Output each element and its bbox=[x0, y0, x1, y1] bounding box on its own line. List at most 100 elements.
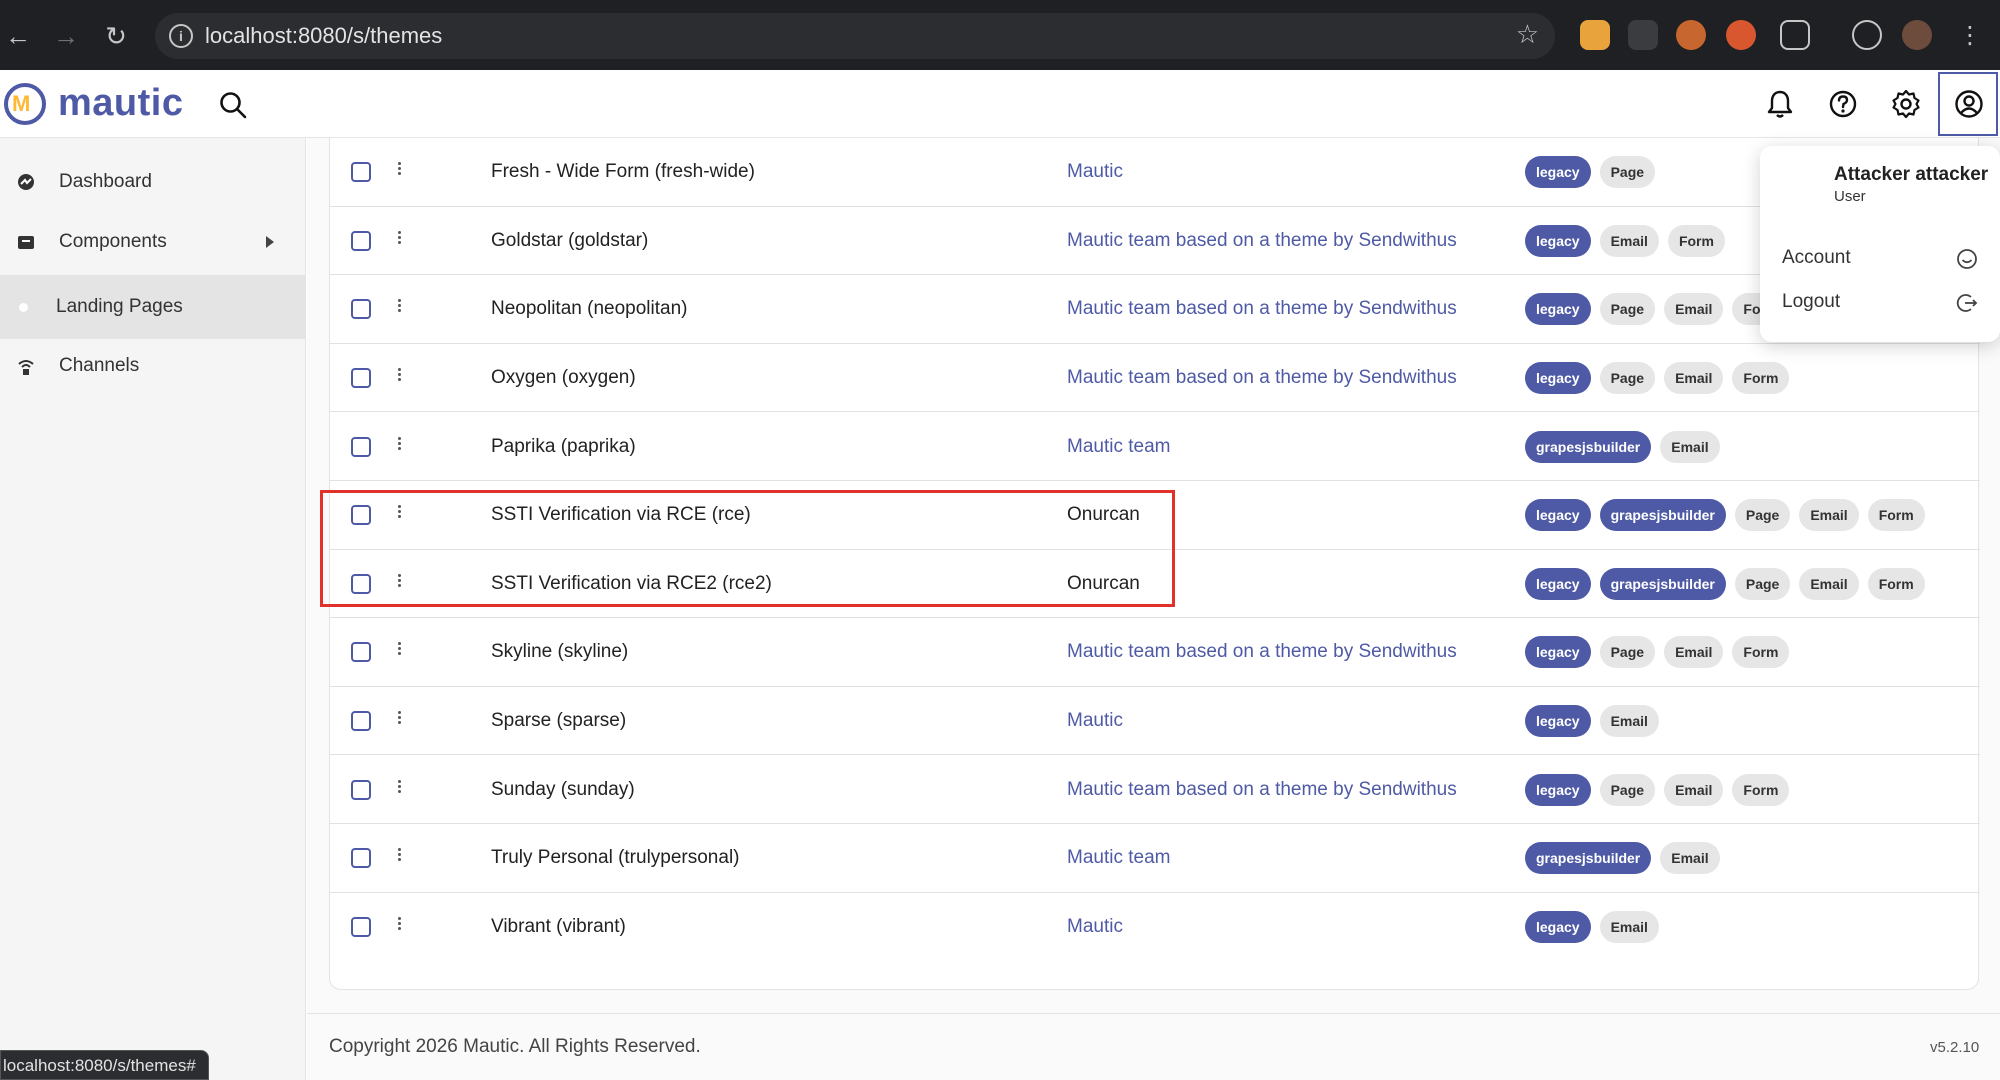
extensions-puzzle-icon[interactable] bbox=[1780, 20, 1810, 50]
user-circle-icon bbox=[1955, 90, 1983, 118]
smile-icon bbox=[1957, 249, 1977, 269]
tag-badge: Email bbox=[1664, 773, 1724, 806]
row-checkbox[interactable] bbox=[351, 436, 371, 457]
search-icon[interactable] bbox=[218, 90, 248, 120]
sidebar: Dashboard Components Landing Pages Chann… bbox=[0, 138, 306, 1080]
table-row[interactable]: Truly Personal (trulypersonal) Mautic tea… bbox=[330, 824, 1980, 893]
theme-author[interactable]: Mautic bbox=[1067, 161, 1123, 183]
row-checkbox[interactable] bbox=[351, 368, 371, 389]
row-checkbox[interactable] bbox=[351, 642, 371, 663]
tag-badge: legacy bbox=[1525, 499, 1591, 532]
tag-badge: Email bbox=[1799, 567, 1859, 600]
tag-badge: Email bbox=[1660, 842, 1720, 875]
sidebar-item-label: Landing Pages bbox=[56, 296, 183, 317]
tag-badge: legacy bbox=[1525, 773, 1591, 806]
theme-name: Neopolitan (neopolitan) bbox=[491, 298, 688, 320]
theme-name: Vibrant (vibrant) bbox=[491, 915, 626, 937]
row-checkbox[interactable] bbox=[351, 779, 371, 800]
theme-author[interactable]: Mautic team based on a theme by Sendwith… bbox=[1067, 641, 1457, 663]
theme-author[interactable]: Mautic team based on a theme by Sendwith… bbox=[1067, 367, 1457, 389]
table-row[interactable]: Vibrant (vibrant) Mautic legacy Email bbox=[330, 893, 1980, 962]
logout-label: Logout bbox=[1782, 291, 1841, 312]
table-row[interactable]: Fresh - Wide Form (fresh-wide) Mautic lega… bbox=[330, 138, 1980, 207]
table-row[interactable]: Neopolitan (neopolitan) Mautic team based… bbox=[330, 275, 1980, 344]
tag-badge: Page bbox=[1599, 293, 1656, 326]
row-checkbox[interactable] bbox=[351, 848, 371, 869]
theme-name: Goldstar (goldstar) bbox=[491, 229, 649, 251]
dot-icon bbox=[19, 302, 28, 312]
table-row[interactable]: Paprika (paprika) Mautic team grapesjsbuil… bbox=[330, 412, 1980, 481]
row-actions-kebab-icon[interactable] bbox=[396, 229, 402, 249]
forward-icon[interactable]: → bbox=[50, 20, 82, 52]
browser-menu-icon[interactable]: ⋮ bbox=[1954, 20, 1986, 52]
tag-badge: grapesjsbuilder bbox=[1525, 842, 1652, 875]
row-actions-kebab-icon[interactable] bbox=[396, 435, 402, 455]
row-actions-kebab-icon[interactable] bbox=[396, 297, 402, 317]
theme-tags: legacy Email Form bbox=[1525, 224, 1725, 257]
theme-author[interactable]: Mautic team based on a theme by Sendwith… bbox=[1067, 779, 1457, 801]
gear-icon[interactable] bbox=[1890, 88, 1922, 120]
theme-author[interactable]: Mautic team bbox=[1067, 847, 1170, 869]
logo-text: mautic bbox=[58, 82, 184, 124]
row-actions-kebab-icon[interactable] bbox=[396, 640, 402, 660]
channels-icon bbox=[18, 360, 34, 375]
theme-tags: legacy Email bbox=[1525, 910, 1659, 943]
table-row[interactable]: Goldstar (goldstar) Mautic team based on … bbox=[330, 207, 1980, 276]
account-label: Account bbox=[1782, 247, 1851, 268]
theme-author[interactable]: Mautic team based on a theme by Sendwith… bbox=[1067, 230, 1457, 252]
theme-author[interactable]: Mautic team based on a theme by Sendwith… bbox=[1067, 298, 1457, 320]
extension-icon[interactable] bbox=[1726, 20, 1756, 50]
row-actions-kebab-icon[interactable] bbox=[396, 709, 402, 729]
tag-badge: Email bbox=[1799, 499, 1859, 532]
extension-icon[interactable] bbox=[1628, 20, 1658, 50]
logout-menu-item[interactable]: Logout bbox=[1760, 280, 2000, 324]
row-checkbox[interactable] bbox=[351, 299, 371, 320]
tag-badge: legacy bbox=[1525, 705, 1591, 738]
row-checkbox[interactable] bbox=[351, 711, 371, 732]
sidebar-item-landing-pages[interactable]: Landing Pages bbox=[0, 275, 306, 339]
row-actions-kebab-icon[interactable] bbox=[396, 846, 402, 866]
help-icon[interactable] bbox=[1827, 88, 1859, 120]
theme-name: Skyline (skyline) bbox=[491, 641, 629, 663]
account-menu-item[interactable]: Account bbox=[1760, 236, 2000, 280]
row-checkbox[interactable] bbox=[351, 916, 371, 937]
theme-author[interactable]: Mautic bbox=[1067, 710, 1123, 732]
theme-name: Sunday (sunday) bbox=[491, 778, 635, 800]
theme-name: Paprika (paprika) bbox=[491, 435, 636, 457]
performance-icon[interactable] bbox=[1852, 20, 1882, 50]
row-actions-kebab-icon[interactable] bbox=[396, 160, 402, 180]
sidebar-item-label: Dashboard bbox=[59, 171, 152, 192]
address-bar[interactable]: i localhost:8080/s/themes ☆ bbox=[155, 13, 1555, 59]
tag-badge: legacy bbox=[1525, 156, 1591, 189]
row-actions-kebab-icon[interactable] bbox=[396, 915, 402, 935]
table-row[interactable]: Sparse (sparse) Mautic legacy Email bbox=[330, 687, 1980, 756]
user-menu-button[interactable] bbox=[1938, 72, 1998, 136]
sidebar-item-components[interactable]: Components bbox=[0, 213, 306, 271]
extension-icon[interactable] bbox=[1676, 20, 1706, 50]
tag-badge: Page bbox=[1599, 156, 1656, 189]
row-checkbox[interactable] bbox=[351, 162, 371, 183]
bell-icon[interactable] bbox=[1764, 88, 1796, 120]
bookmark-star-icon[interactable]: ☆ bbox=[1516, 19, 1539, 50]
row-checkbox[interactable] bbox=[351, 230, 371, 251]
row-actions-kebab-icon[interactable] bbox=[396, 778, 402, 798]
theme-author[interactable]: Mautic bbox=[1067, 916, 1123, 938]
profile-avatar[interactable] bbox=[1902, 20, 1932, 50]
table-row[interactable]: Oxygen (oxygen) Mautic team based on a th… bbox=[330, 344, 1980, 413]
sidebar-item-dashboard[interactable]: Dashboard bbox=[0, 153, 306, 211]
table-row[interactable]: Skyline (skyline) Mautic team based on a … bbox=[330, 618, 1980, 687]
address-url[interactable]: localhost:8080/s/themes bbox=[205, 23, 442, 49]
row-actions-kebab-icon[interactable] bbox=[396, 366, 402, 386]
back-icon[interactable]: ← bbox=[2, 20, 34, 52]
extension-icon[interactable] bbox=[1580, 20, 1610, 50]
tag-badge: Form bbox=[1867, 567, 1925, 600]
sidebar-item-channels[interactable]: Channels bbox=[0, 337, 306, 395]
mautic-logo[interactable]: M mautic bbox=[4, 82, 183, 125]
site-info-icon[interactable]: i bbox=[169, 24, 193, 48]
tag-badge: Page bbox=[1599, 773, 1656, 806]
theme-author[interactable]: Mautic team bbox=[1067, 436, 1170, 458]
user-role: User bbox=[1834, 188, 1866, 205]
tag-badge: Form bbox=[1732, 362, 1790, 395]
reload-icon[interactable]: ↻ bbox=[100, 20, 132, 52]
table-row[interactable]: Sunday (sunday) Mautic team based on a th… bbox=[330, 755, 1980, 824]
